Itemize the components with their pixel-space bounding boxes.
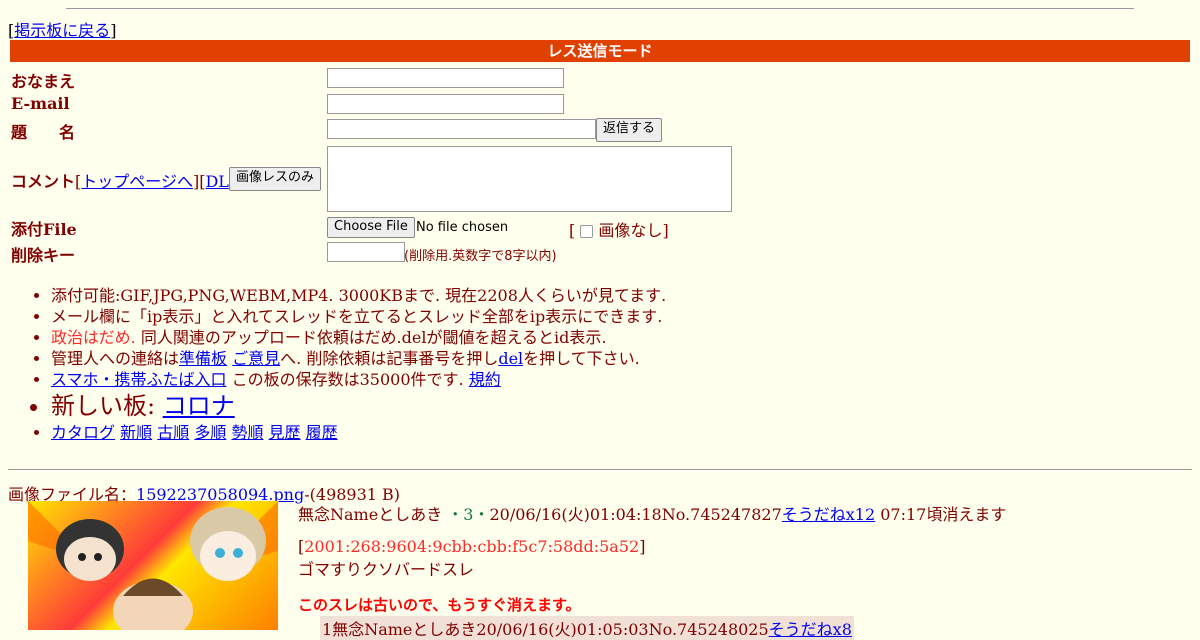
soudane-link[interactable]: そうだねx12 — [782, 505, 875, 524]
back-nav: [掲示板に戻る] — [8, 21, 117, 40]
sort-many-link[interactable]: 多順 — [194, 423, 226, 442]
sort-momentum-link[interactable]: 勢順 — [231, 423, 263, 442]
id-marker: ・3・ — [447, 505, 490, 524]
name-input[interactable] — [327, 68, 564, 88]
email-input[interactable] — [327, 94, 564, 114]
rule-attachments: 添付可能:GIF,JPG,PNG,WEBM,MP4. 3000KBまで. 現在2… — [51, 285, 666, 306]
dl-link[interactable]: DL — [205, 172, 228, 191]
viewed-history-link[interactable]: 見歴 — [269, 423, 301, 442]
rule-ip-display: メール欄に「ip表示」と入れてスレッドを立てるとスレッド全部をip表示にできます… — [51, 306, 666, 327]
delete-key-label: 削除キー — [11, 246, 76, 265]
corona-board-link[interactable]: コロナ — [163, 392, 235, 420]
no-file-text: No file chosen — [416, 220, 509, 235]
mobile-entrance-link[interactable]: スマホ・携帯ふたば入口 — [51, 370, 227, 389]
comment-textarea[interactable] — [327, 146, 732, 212]
thumbnail-illustration — [28, 501, 278, 630]
email-label: E-mail — [11, 94, 70, 113]
sort-links: カタログ 新順 古順 多順 勢順 見歴 履歴 — [51, 422, 666, 443]
rule-politics: 政治はだめ. 同人関連のアップロード依頼はだめ.delが閾値を超えるとid表示. — [51, 327, 666, 348]
no-image-checkbox[interactable] — [580, 225, 594, 238]
comment-label: コメント — [11, 172, 76, 191]
no-image-option: [ 画像なし] — [569, 221, 669, 240]
comment-label-row: コメント[トップページへ][DL] — [11, 172, 235, 191]
choose-file-button[interactable]: Choose File — [327, 217, 415, 238]
prep-board-link[interactable]: 準備板 — [179, 349, 227, 368]
reply-mode-banner: レス送信モード — [10, 40, 1190, 62]
delete-key-hint: (削除用.英数字で8字以内) — [404, 249, 557, 264]
sort-old-link[interactable]: 古順 — [157, 423, 189, 442]
thread-comment: ゴマすりクソバードスレ — [298, 560, 475, 579]
thread-thumbnail-image[interactable] — [28, 501, 278, 630]
delete-key-input[interactable] — [327, 242, 405, 262]
name-label: おなまえ — [11, 72, 76, 91]
image-only-reply-button[interactable]: 画像レスのみ — [229, 167, 322, 191]
sort-new-link[interactable]: 新順 — [120, 423, 152, 442]
del-link[interactable]: del — [498, 349, 523, 368]
no-image-label: 画像なし — [598, 221, 663, 240]
terms-link[interactable]: 規約 — [469, 370, 501, 389]
board-rules: 添付可能:GIF,JPG,PNG,WEBM,MP4. 3000KBまで. 現在2… — [11, 285, 666, 443]
reply-post: 1無念Nameとしあき20/06/16(火)01:05:03No.7452480… — [320, 616, 854, 640]
new-board-notice: 新しい板: コロナ — [51, 390, 666, 422]
back-to-board-link[interactable]: 掲示板に戻る — [14, 21, 110, 40]
post-number[interactable]: No.745247827 — [662, 505, 782, 524]
subject-input[interactable] — [327, 119, 596, 139]
top-divider — [66, 8, 1134, 9]
expiry-warning: このスレは古いので、もうすぐ消えます。 — [298, 596, 581, 614]
history-link[interactable]: 履歴 — [306, 423, 338, 442]
poster-ip: [2001:268:9604:9cbb:cbb:f5c7:58dd:5a52] — [298, 537, 646, 556]
subject-label: 題 名 — [11, 123, 76, 142]
catalog-link[interactable]: カタログ — [51, 423, 115, 442]
rule-mobile: スマホ・携帯ふたば入口 この板の保存数は35000件です. 規約 — [51, 369, 666, 390]
thread-post-header: 無念Nameとしあき ・3・20/06/16(火)01:04:18No.7452… — [298, 505, 1007, 524]
thread-divider — [8, 469, 1192, 470]
rule-contact: 管理人への連絡は準備板 ご意見へ. 削除依頼は記事番号を押しdelを押して下さい… — [51, 348, 666, 369]
submit-button[interactable]: 返信する — [596, 118, 663, 142]
feedback-link[interactable]: ご意見 — [232, 349, 280, 368]
toppage-link[interactable]: トップページへ — [81, 172, 193, 191]
file-label: 添付File — [11, 220, 77, 239]
